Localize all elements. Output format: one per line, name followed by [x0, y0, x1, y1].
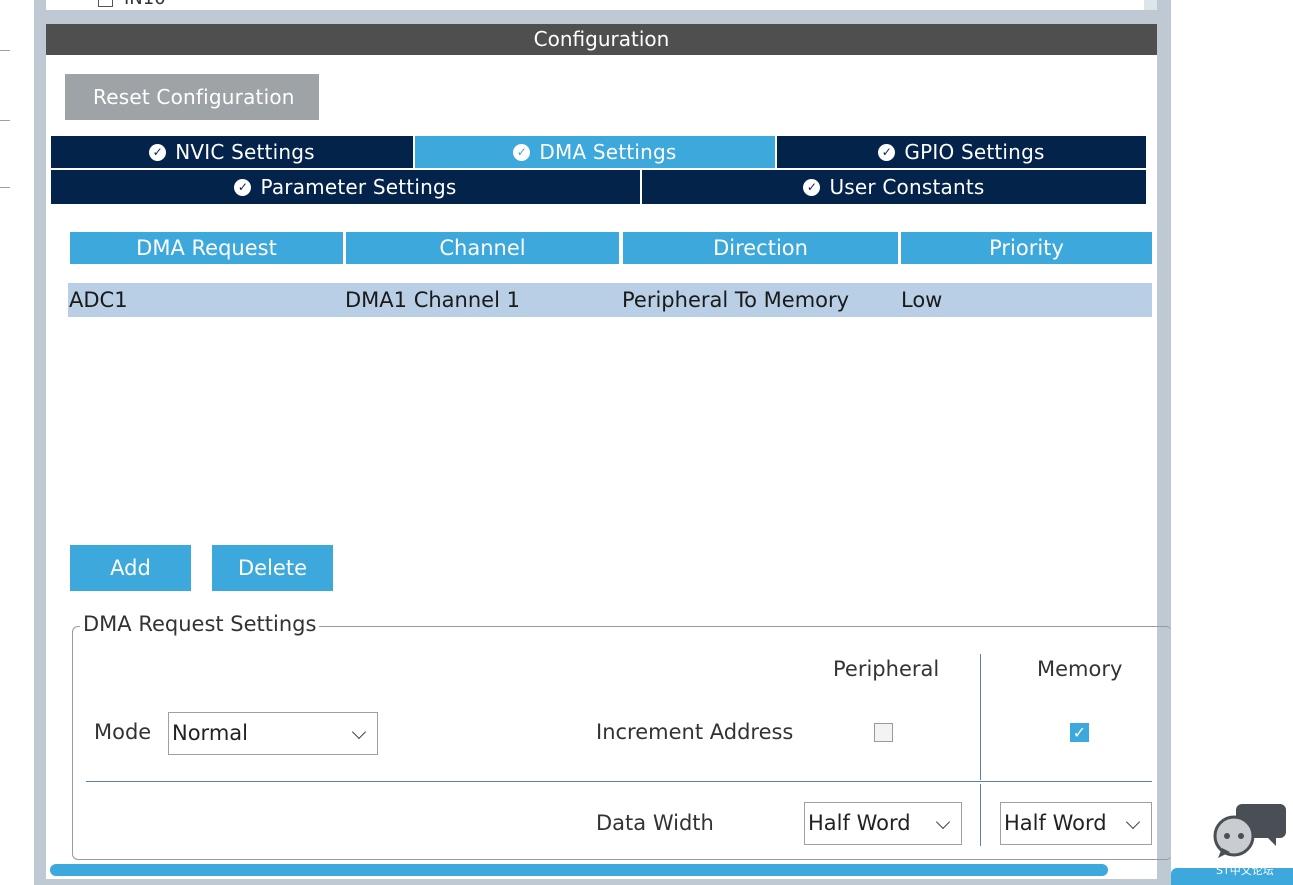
tab-label: GPIO Settings	[904, 140, 1045, 164]
column-header-direction[interactable]: Direction	[623, 232, 898, 264]
upper-panel: IN10	[46, 0, 1144, 10]
cell-priority[interactable]: Low	[900, 283, 1152, 317]
gutter-tick	[0, 50, 10, 51]
tab-nvic-settings[interactable]: ✓ NVIC Settings	[51, 136, 413, 168]
gutter-tick	[0, 120, 10, 121]
mode-value: Normal	[172, 721, 248, 745]
increment-peripheral-checkbox[interactable]	[874, 723, 893, 742]
cell-direction[interactable]: Peripheral To Memory	[621, 283, 900, 317]
check-circle-icon: ✓	[234, 178, 252, 196]
data-width-peripheral-select[interactable]: Half Word	[804, 802, 962, 845]
data-width-peripheral-value: Half Word	[808, 811, 911, 835]
tab-parameter-settings[interactable]: ✓ Parameter Settings	[51, 170, 640, 204]
increment-address-label: Increment Address	[596, 720, 794, 744]
reset-configuration-button[interactable]: Reset Configuration	[65, 74, 319, 120]
tab-label: Parameter Settings	[260, 175, 457, 199]
delete-button[interactable]: Delete	[212, 545, 333, 591]
horizontal-scrollbar-thumb[interactable]	[50, 864, 1108, 876]
column-header-dma-request[interactable]: DMA Request	[70, 232, 343, 264]
check-circle-icon: ✓	[803, 178, 821, 196]
in10-label: IN10	[124, 0, 166, 9]
check-circle-icon: ✓	[149, 143, 167, 161]
mode-label: Mode	[94, 720, 152, 744]
mode-select[interactable]: Normal	[168, 712, 378, 755]
tab-label: User Constants	[829, 175, 985, 199]
tab-label: NVIC Settings	[175, 140, 315, 164]
left-gutter	[0, 0, 34, 885]
column-divider	[980, 784, 981, 846]
group-legend: DMA Request Settings	[80, 612, 320, 636]
data-width-label: Data Width	[596, 811, 714, 835]
tab-user-constants[interactable]: ✓ User Constants	[642, 170, 1146, 204]
tab-dma-settings[interactable]: ✓ DMA Settings	[415, 136, 775, 168]
data-width-memory-value: Half Word	[1004, 811, 1107, 835]
row-divider	[86, 781, 1152, 782]
right-strip	[1171, 0, 1293, 885]
gutter-tick	[0, 187, 10, 188]
column-header-channel[interactable]: Channel	[346, 232, 619, 264]
cell-dma-request[interactable]: ADC1	[68, 283, 344, 317]
in10-checkbox[interactable]	[98, 0, 113, 7]
column-divider	[980, 654, 981, 780]
chevron-down-icon	[351, 724, 367, 740]
configuration-header: Configuration	[46, 24, 1157, 55]
tab-gpio-settings[interactable]: ✓ GPIO Settings	[777, 136, 1146, 168]
watermark-text: ST中文论坛	[1216, 864, 1274, 877]
column-header-priority[interactable]: Priority	[901, 232, 1152, 264]
check-circle-icon: ✓	[513, 143, 531, 161]
memory-column-label: Memory	[1037, 657, 1123, 681]
data-width-memory-select[interactable]: Half Word	[1000, 802, 1152, 845]
add-button[interactable]: Add	[70, 545, 191, 591]
tab-gutter	[1146, 136, 1157, 208]
chevron-down-icon	[935, 814, 951, 830]
upper-panel-scrollbar[interactable]	[1144, 0, 1157, 10]
increment-memory-checkbox[interactable]: ✓	[1070, 723, 1089, 742]
tab-label: DMA Settings	[539, 140, 677, 164]
check-circle-icon: ✓	[878, 143, 896, 161]
cell-channel[interactable]: DMA1 Channel 1	[344, 283, 621, 317]
peripheral-column-label: Peripheral	[833, 657, 940, 681]
chevron-down-icon	[1125, 814, 1141, 830]
